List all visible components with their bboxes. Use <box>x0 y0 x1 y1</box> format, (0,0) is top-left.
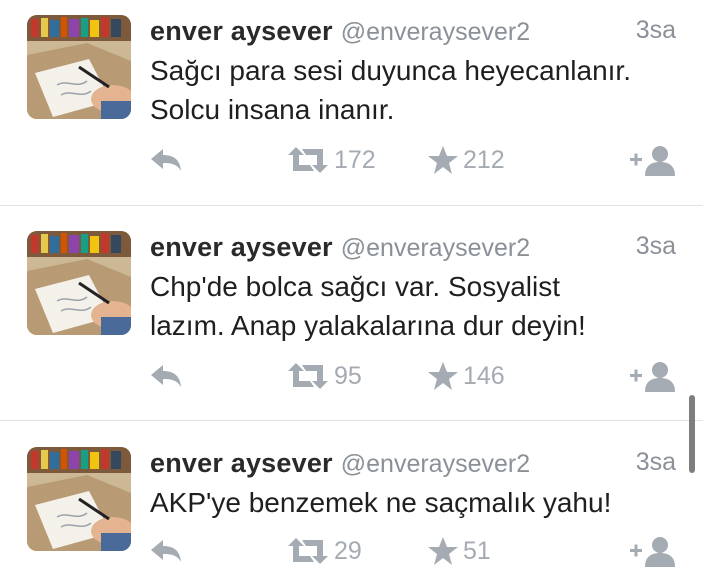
tweet-actions: 172 212 <box>0 140 703 180</box>
tweet-divider <box>0 205 703 206</box>
scrollbar[interactable] <box>689 395 695 473</box>
reply-button[interactable] <box>149 140 183 180</box>
avatar-image <box>27 15 131 119</box>
favorite-count: 212 <box>463 145 505 174</box>
author-handle[interactable]: @enveraysever2 <box>341 450 530 478</box>
tweet-timestamp[interactable]: 3sa <box>636 232 676 261</box>
tweet-header: enver aysever @enveraysever2 3sa <box>150 448 680 482</box>
author-name[interactable]: enver aysever <box>150 448 333 478</box>
retweet-button[interactable]: 29 <box>286 531 362 571</box>
retweet-count: 172 <box>334 145 376 174</box>
reply-button[interactable] <box>149 531 183 571</box>
tweet-text: Chp'de bolca sağcı var. Sosyalist lazım.… <box>150 271 586 341</box>
tweet-card[interactable]: enver aysever @enveraysever2 3sa AKP'ye b… <box>0 432 703 579</box>
favorite-count: 51 <box>463 536 491 565</box>
tweet-actions: 95 146 <box>0 356 703 396</box>
retweet-icon <box>288 363 328 389</box>
favorite-button[interactable]: 146 <box>427 356 505 396</box>
favorite-button[interactable]: 212 <box>427 140 505 180</box>
reply-icon <box>151 540 181 562</box>
reply-icon <box>151 365 181 387</box>
retweet-icon <box>288 147 328 173</box>
favorite-button[interactable]: 51 <box>427 531 491 571</box>
retweet-button[interactable]: 172 <box>286 140 376 180</box>
tweet-timestamp[interactable]: 3sa <box>636 16 676 45</box>
follow-button[interactable] <box>630 531 676 571</box>
favorite-count: 146 <box>463 361 505 390</box>
reply-button[interactable] <box>149 356 183 396</box>
author-name[interactable]: enver aysever <box>150 232 333 262</box>
star-icon <box>428 146 458 174</box>
retweet-count: 29 <box>334 536 362 565</box>
follow-button[interactable] <box>630 140 676 180</box>
retweet-count: 95 <box>334 361 362 390</box>
tweet-card[interactable]: enver aysever @enveraysever2 3sa Chp'de b… <box>0 216 703 420</box>
star-icon <box>428 537 458 565</box>
author-name[interactable]: enver aysever <box>150 16 333 46</box>
follow-icon <box>630 362 675 392</box>
retweet-button[interactable]: 95 <box>286 356 362 396</box>
reply-icon <box>151 149 181 171</box>
tweet-header: enver aysever @enveraysever2 3sa <box>150 16 680 50</box>
tweet-timestamp[interactable]: 3sa <box>636 448 676 477</box>
follow-icon <box>630 146 675 176</box>
retweet-icon <box>288 538 328 564</box>
tweet-actions: 29 51 <box>0 531 703 571</box>
follow-icon <box>630 537 675 567</box>
avatar[interactable] <box>27 15 131 119</box>
tweet-text: Sağcı para sesi duyunca heyecanlanır. So… <box>150 55 631 125</box>
avatar[interactable] <box>27 231 131 335</box>
avatar-image <box>27 231 131 335</box>
follow-button[interactable] <box>630 356 676 396</box>
tweet-divider <box>0 420 703 421</box>
author-handle[interactable]: @enveraysever2 <box>341 18 530 46</box>
star-icon <box>428 362 458 390</box>
tweet-text: AKP'ye benzemek ne saçmalık yahu! <box>150 487 612 518</box>
tweet-header: enver aysever @enveraysever2 3sa <box>150 232 680 266</box>
tweet-card[interactable]: enver aysever @enveraysever2 3sa Sağcı pa… <box>0 0 703 205</box>
author-handle[interactable]: @enveraysever2 <box>341 234 530 262</box>
tweet-timeline: enver aysever @enveraysever2 3sa Sağcı pa… <box>0 0 703 579</box>
